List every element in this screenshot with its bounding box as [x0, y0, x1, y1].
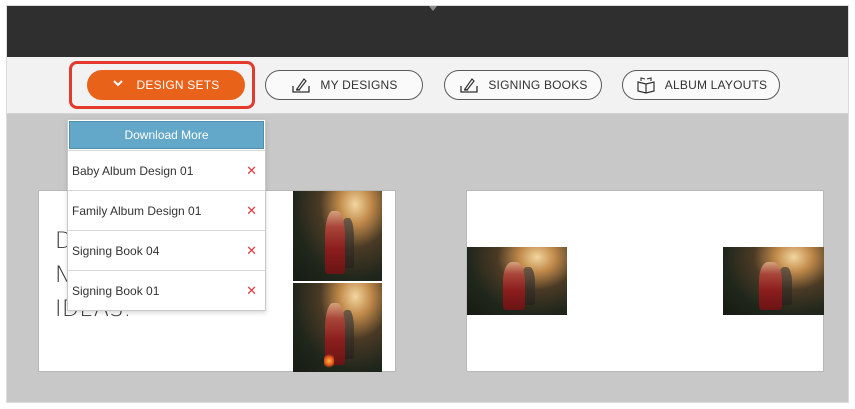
open-album-icon: [635, 75, 657, 95]
delete-icon[interactable]: ✕: [246, 283, 257, 299]
delete-icon[interactable]: ✕: [246, 243, 257, 259]
album-layouts-label: ALBUM LAYOUTS: [664, 78, 768, 92]
pen-tray-icon: [458, 75, 480, 95]
design-set-item[interactable]: Family Album Design 01 ✕: [68, 190, 265, 230]
my-designs-button[interactable]: MY DESIGNS: [265, 70, 423, 100]
category-toolbar: DESIGN SETS MY DESIGNS SIGNING BOOKS ALB…: [7, 57, 848, 114]
design-set-item[interactable]: Signing Book 01 ✕: [68, 270, 265, 310]
app-window: DESIGN SETS MY DESIGNS SIGNING BOOKS ALB…: [7, 6, 848, 402]
preview-photo: [467, 247, 567, 315]
preview-photo: [293, 283, 382, 372]
pen-tray-icon: [290, 75, 312, 95]
top-bar: [7, 6, 848, 57]
design-sets-dropdown: Download More Baby Album Design 01 ✕ Fam…: [67, 119, 266, 311]
signing-books-button[interactable]: SIGNING BOOKS: [444, 70, 602, 100]
album-layouts-button[interactable]: ALBUM LAYOUTS: [622, 70, 780, 100]
design-preview-card[interactable]: [466, 190, 824, 372]
design-set-label: Family Album Design 01: [72, 203, 202, 218]
design-set-item[interactable]: Signing Book 04 ✕: [68, 230, 265, 270]
signing-books-label: SIGNING BOOKS: [488, 78, 588, 92]
design-set-item[interactable]: Baby Album Design 01 ✕: [68, 150, 265, 190]
my-designs-label: MY DESIGNS: [320, 78, 398, 92]
caret-icon: [429, 6, 437, 11]
delete-icon[interactable]: ✕: [246, 163, 257, 179]
download-more-button[interactable]: Download More: [69, 121, 264, 149]
delete-icon[interactable]: ✕: [246, 203, 257, 219]
design-set-label: Signing Book 04: [72, 243, 160, 258]
preview-photo: [293, 191, 382, 281]
design-set-label: Baby Album Design 01: [72, 163, 194, 178]
design-set-label: Signing Book 01: [72, 283, 160, 298]
preview-photo: [723, 247, 824, 315]
highlight-box: [69, 61, 255, 109]
